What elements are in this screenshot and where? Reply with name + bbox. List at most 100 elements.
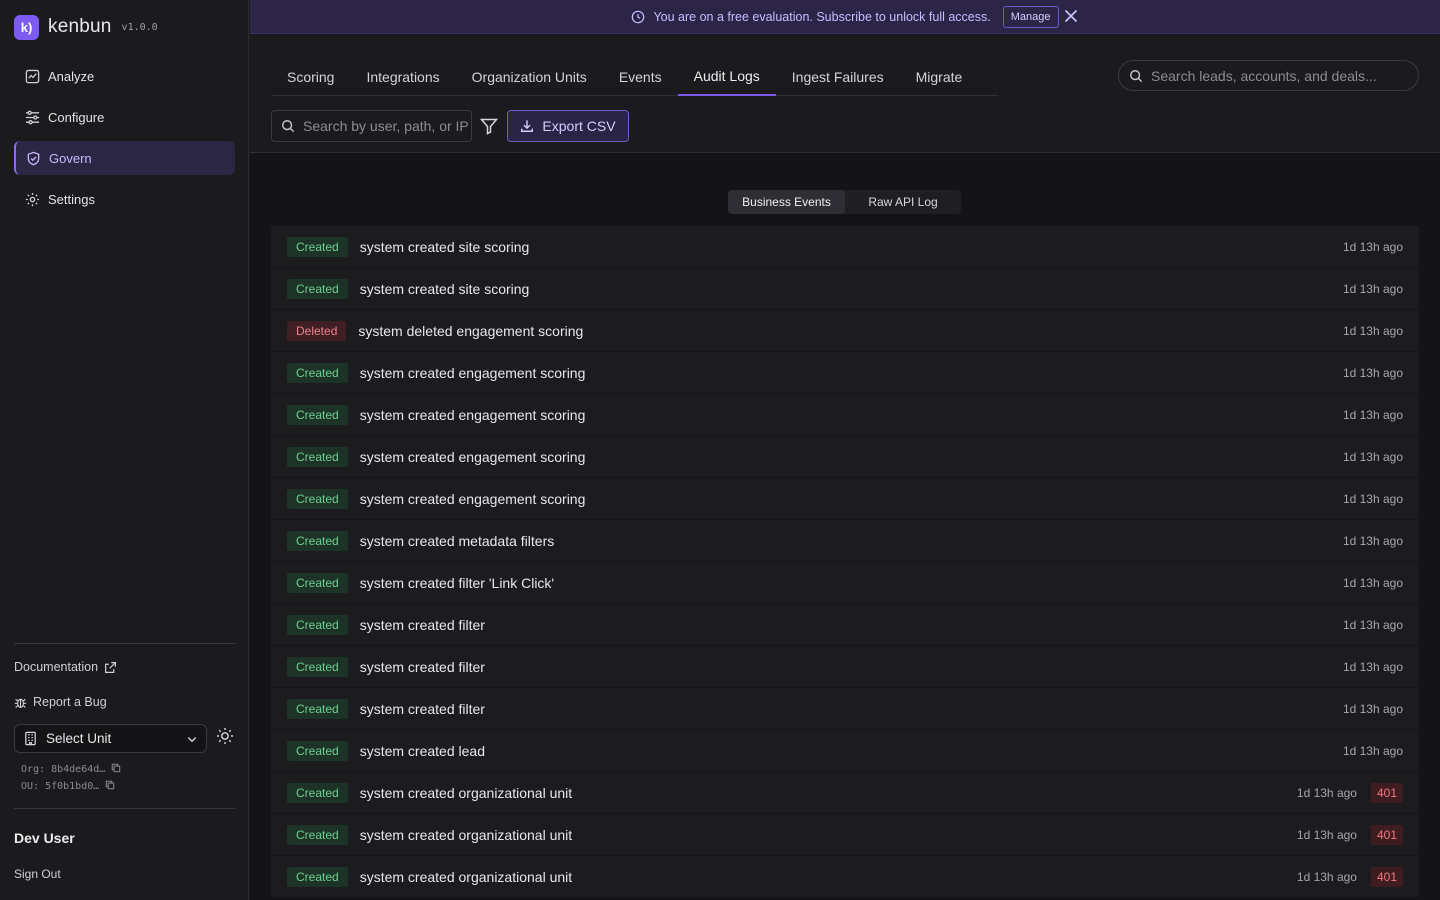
report-bug-link[interactable]: Report a Bug bbox=[14, 695, 107, 709]
copy-icon[interactable] bbox=[111, 763, 121, 776]
log-description: system created filter 'Link Click' bbox=[359, 574, 555, 591]
filter-button[interactable] bbox=[479, 116, 499, 136]
kenbun-logo: k) bbox=[14, 14, 39, 40]
log-description: system created site scoring bbox=[359, 238, 530, 255]
export-csv-label: Export CSV bbox=[542, 118, 616, 134]
action-badge: Created bbox=[287, 446, 348, 467]
log-row[interactable]: Created system created engagement scoring… bbox=[271, 352, 1419, 393]
log-timestamp: 1d 13h ago bbox=[1342, 743, 1403, 758]
log-description: system created lead bbox=[359, 742, 485, 759]
sidebar-divider bbox=[14, 808, 235, 809]
action-badge: Created bbox=[287, 572, 348, 593]
action-badge: Created bbox=[287, 656, 348, 677]
raw-api-log-option[interactable]: Raw API Log bbox=[845, 190, 961, 214]
select-unit-label: Select Unit bbox=[46, 731, 112, 746]
user-name: Dev User bbox=[14, 830, 75, 846]
tab-organization-units[interactable]: Organization Units bbox=[456, 58, 603, 96]
sidebar: k) kenbun v1.0.0 Analyze Configure Gover… bbox=[0, 0, 249, 900]
log-row[interactable]: Created system created site scoring 1d 13h… bbox=[271, 268, 1419, 309]
business-events-option[interactable]: Business Events bbox=[728, 190, 845, 214]
report-bug-label: Report a Bug bbox=[33, 695, 107, 709]
close-icon[interactable] bbox=[1063, 8, 1079, 24]
sidebar-item-configure[interactable]: Configure bbox=[14, 100, 235, 134]
log-row[interactable]: Created system created organizational uni… bbox=[271, 772, 1419, 813]
log-timestamp: 1d 13h ago bbox=[1296, 785, 1357, 800]
log-timestamp: 1d 13h ago bbox=[1342, 281, 1403, 296]
log-description: system created filter bbox=[359, 700, 485, 717]
sidebar-item-label: Govern bbox=[49, 150, 92, 166]
sun-icon bbox=[216, 727, 234, 745]
tab-audit-logs[interactable]: Audit Logs bbox=[677, 58, 776, 96]
documentation-link[interactable]: Documentation bbox=[14, 660, 117, 674]
status-code-badge: 401 bbox=[1370, 866, 1403, 887]
log-timestamp: 1d 13h ago bbox=[1342, 365, 1403, 380]
export-csv-button[interactable]: Export CSV bbox=[507, 110, 629, 142]
evaluation-banner: You are on a free evaluation. Subscribe … bbox=[250, 0, 1440, 34]
global-search[interactable] bbox=[1118, 60, 1419, 91]
action-badge: Created bbox=[287, 362, 348, 383]
sidebar-item-govern[interactable]: Govern bbox=[14, 141, 235, 175]
log-row[interactable]: Created system created site scoring 1d 13h… bbox=[271, 226, 1419, 267]
sliders-icon bbox=[24, 109, 40, 125]
log-row[interactable]: Created system created lead 1d 13h ago bbox=[271, 730, 1419, 771]
sidebar-item-label: Analyze bbox=[48, 68, 95, 84]
sidebar-item-analyze[interactable]: Analyze bbox=[14, 59, 235, 93]
tab-scoring[interactable]: Scoring bbox=[271, 58, 350, 96]
search-icon bbox=[281, 119, 295, 133]
filter-icon bbox=[480, 117, 498, 135]
brand[interactable]: k) kenbun v1.0.0 bbox=[14, 14, 158, 40]
copy-icon[interactable] bbox=[105, 780, 115, 793]
tab-events[interactable]: Events bbox=[603, 58, 678, 96]
action-badge: Created bbox=[287, 866, 348, 887]
tab-ingest-failures[interactable]: Ingest Failures bbox=[776, 58, 900, 96]
action-badge: Deleted bbox=[287, 320, 347, 341]
action-badge: Created bbox=[287, 614, 348, 635]
log-row[interactable]: Created system created metadata filters 1d… bbox=[271, 520, 1419, 561]
log-description: system created organizational unit bbox=[359, 784, 573, 801]
log-timestamp: 1d 13h ago bbox=[1342, 449, 1403, 464]
log-timestamp: 1d 13h ago bbox=[1342, 491, 1403, 506]
unit-select[interactable]: Select Unit bbox=[14, 724, 207, 753]
log-row[interactable]: Deleted system deleted engagement scoring… bbox=[271, 310, 1419, 351]
log-description: system created filter bbox=[359, 616, 485, 633]
log-row[interactable]: Created system created engagement scoring… bbox=[271, 436, 1419, 477]
banner-message: You are on a free evaluation. Subscribe … bbox=[653, 9, 991, 24]
app-name: kenbun bbox=[48, 16, 112, 37]
log-row[interactable]: Created system created engagement scoring… bbox=[271, 478, 1419, 519]
action-badge: Created bbox=[287, 530, 348, 551]
app-version: v1.0.0 bbox=[121, 21, 158, 33]
manage-button[interactable]: Manage bbox=[1002, 5, 1059, 28]
log-view-toggle: Business Events Raw API Log bbox=[728, 190, 961, 214]
sign-out-link[interactable]: Sign Out bbox=[14, 867, 61, 881]
sidebar-item-settings[interactable]: Settings bbox=[14, 182, 235, 216]
status-code-badge: 401 bbox=[1370, 782, 1403, 803]
tab-integrations[interactable]: Integrations bbox=[350, 58, 455, 96]
search-icon bbox=[1129, 69, 1143, 83]
log-timestamp: 1d 13h ago bbox=[1342, 701, 1403, 716]
tab-migrate[interactable]: Migrate bbox=[900, 58, 979, 96]
analyze-icon bbox=[24, 68, 40, 84]
admin-tabs: Scoring Integrations Organization Units … bbox=[271, 58, 998, 96]
log-description: system deleted engagement scoring bbox=[358, 322, 584, 339]
theme-toggle[interactable] bbox=[215, 726, 235, 746]
log-row[interactable]: Created system created engagement scoring… bbox=[271, 394, 1419, 435]
action-badge: Created bbox=[287, 824, 348, 845]
audit-log-list: Created system created site scoring 1d 13h… bbox=[271, 226, 1419, 898]
log-row[interactable]: Created system created organizational uni… bbox=[271, 814, 1419, 855]
log-description: system created organizational unit bbox=[359, 826, 573, 843]
audit-search[interactable] bbox=[271, 110, 472, 142]
audit-search-input[interactable] bbox=[303, 118, 468, 134]
action-badge: Created bbox=[287, 236, 348, 257]
global-search-input[interactable] bbox=[1151, 67, 1391, 84]
log-row[interactable]: Created system created filter 1d 13h ago bbox=[271, 688, 1419, 729]
log-row[interactable]: Created system created organizational uni… bbox=[271, 856, 1419, 897]
log-row[interactable]: Created system created filter 'Link Click… bbox=[271, 562, 1419, 603]
building-icon bbox=[23, 731, 38, 746]
log-row[interactable]: Created system created filter 1d 13h ago bbox=[271, 604, 1419, 645]
ou-id: OU: 5f0b1bd0… bbox=[21, 780, 115, 793]
sidebar-item-label: Settings bbox=[48, 191, 95, 207]
log-row[interactable]: Created system created filter 1d 13h ago bbox=[271, 646, 1419, 687]
action-badge: Created bbox=[287, 782, 348, 803]
action-badge: Created bbox=[287, 488, 348, 509]
log-timestamp: 1d 13h ago bbox=[1342, 575, 1403, 590]
